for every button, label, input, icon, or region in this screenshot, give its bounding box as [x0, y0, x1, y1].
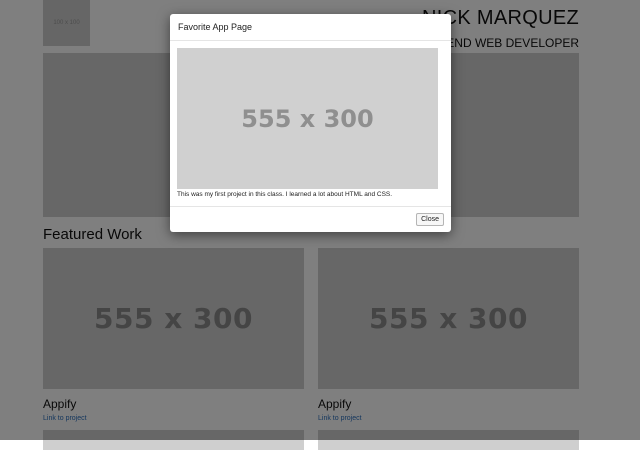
modal-header: Favorite App Page	[170, 14, 451, 41]
project-modal: Favorite App Page 555 x 300 This was my …	[170, 14, 451, 232]
close-button[interactable]: Close	[416, 213, 444, 226]
modal-title: Favorite App Page	[178, 22, 253, 32]
modal-footer: Close	[170, 206, 451, 232]
modal-image-placeholder: 555 x 300	[177, 48, 438, 189]
modal-body: 555 x 300 This was my first project in t…	[170, 41, 451, 198]
modal-description: This was my first project in this class.…	[177, 191, 393, 198]
